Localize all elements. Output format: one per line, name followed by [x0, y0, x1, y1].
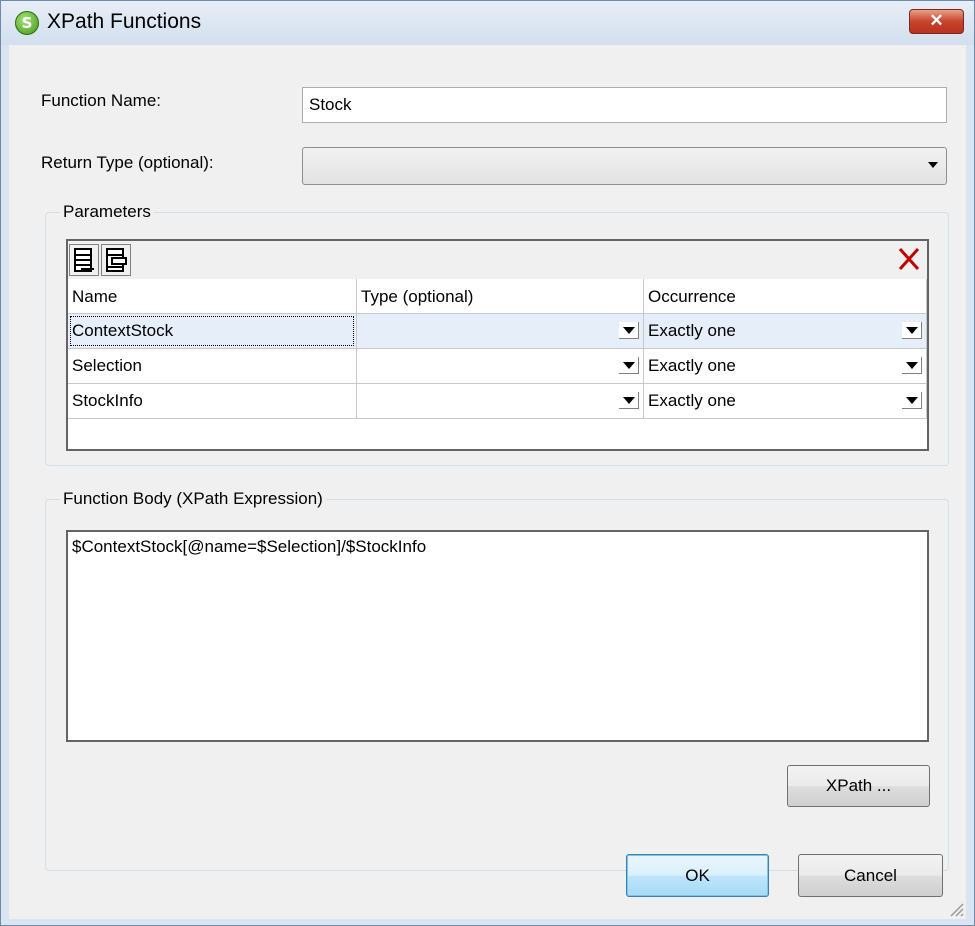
dialog-body: Function Name: Stock Return Type (option…	[9, 45, 966, 919]
chevron-down-icon[interactable]	[902, 392, 922, 409]
window-title: XPath Functions	[47, 10, 202, 33]
chevron-down-icon[interactable]	[902, 357, 922, 374]
column-header-name[interactable]: Name	[68, 279, 357, 314]
param-type-cell[interactable]	[357, 384, 644, 419]
param-name: Selection	[72, 356, 142, 375]
append-row-icon	[74, 248, 94, 272]
parameters-group: Parameters Name Type (optional) Occurren…	[45, 202, 949, 466]
function-body-group: Function Body (XPath Expression) $Contex…	[45, 489, 949, 871]
function-name-label: Function Name:	[41, 91, 161, 110]
param-occurrence-cell[interactable]: Exactly one	[644, 349, 927, 384]
column-header-occurrence[interactable]: Occurrence	[644, 279, 927, 314]
chevron-down-icon	[928, 162, 938, 168]
append-row-button[interactable]	[69, 244, 99, 276]
param-name: StockInfo	[72, 391, 143, 410]
param-type-cell[interactable]	[357, 314, 644, 349]
xpath-functions-dialog: S XPath Functions ✕ Function Name: Stock…	[0, 0, 975, 926]
xpath-expression-editor[interactable]: $ContextStock[@name=$Selection]/$StockIn…	[66, 530, 929, 742]
cancel-button[interactable]: Cancel	[798, 854, 943, 897]
app-icon: S	[15, 11, 39, 35]
param-occurrence: Exactly one	[648, 356, 736, 375]
return-type-select[interactable]	[302, 147, 947, 185]
param-occurrence-cell[interactable]: Exactly one	[644, 314, 927, 349]
param-type-cell[interactable]	[357, 349, 644, 384]
cell-focus-rect	[70, 316, 354, 346]
parameters-toolbar	[68, 241, 927, 280]
xpath-builder-button[interactable]: XPath ...	[787, 765, 930, 807]
close-button[interactable]: ✕	[909, 9, 964, 34]
function-body-group-label: Function Body (XPath Expression)	[60, 489, 326, 509]
param-name-cell[interactable]: StockInfo	[68, 384, 357, 419]
param-occurrence: Exactly one	[648, 391, 736, 410]
title-bar[interactable]: S XPath Functions ✕	[1, 1, 974, 45]
chevron-down-icon[interactable]	[619, 357, 639, 374]
param-occurrence: Exactly one	[648, 321, 736, 340]
chevron-down-icon[interactable]	[619, 322, 639, 339]
param-name-cell[interactable]: Selection	[68, 349, 357, 384]
delete-row-icon[interactable]	[895, 245, 923, 273]
chevron-down-icon[interactable]	[902, 322, 922, 339]
column-header-type[interactable]: Type (optional)	[357, 279, 644, 314]
parameters-grid: Name Type (optional) Occurrence ContextS…	[66, 239, 929, 451]
insert-row-button[interactable]	[101, 244, 131, 276]
chevron-down-icon[interactable]	[619, 392, 639, 409]
function-name-input[interactable]: Stock	[302, 87, 947, 123]
insert-row-icon	[106, 248, 127, 272]
param-occurrence-cell[interactable]: Exactly one	[644, 384, 927, 419]
function-name-value: Stock	[309, 95, 352, 114]
resize-grip-icon[interactable]	[948, 901, 964, 917]
param-name-cell[interactable]: ContextStock	[68, 314, 357, 349]
xpath-expression: $ContextStock[@name=$Selection]/$StockIn…	[72, 537, 427, 556]
return-type-label: Return Type (optional):	[41, 153, 214, 172]
ok-button[interactable]: OK	[626, 854, 769, 897]
parameters-group-label: Parameters	[60, 202, 154, 222]
